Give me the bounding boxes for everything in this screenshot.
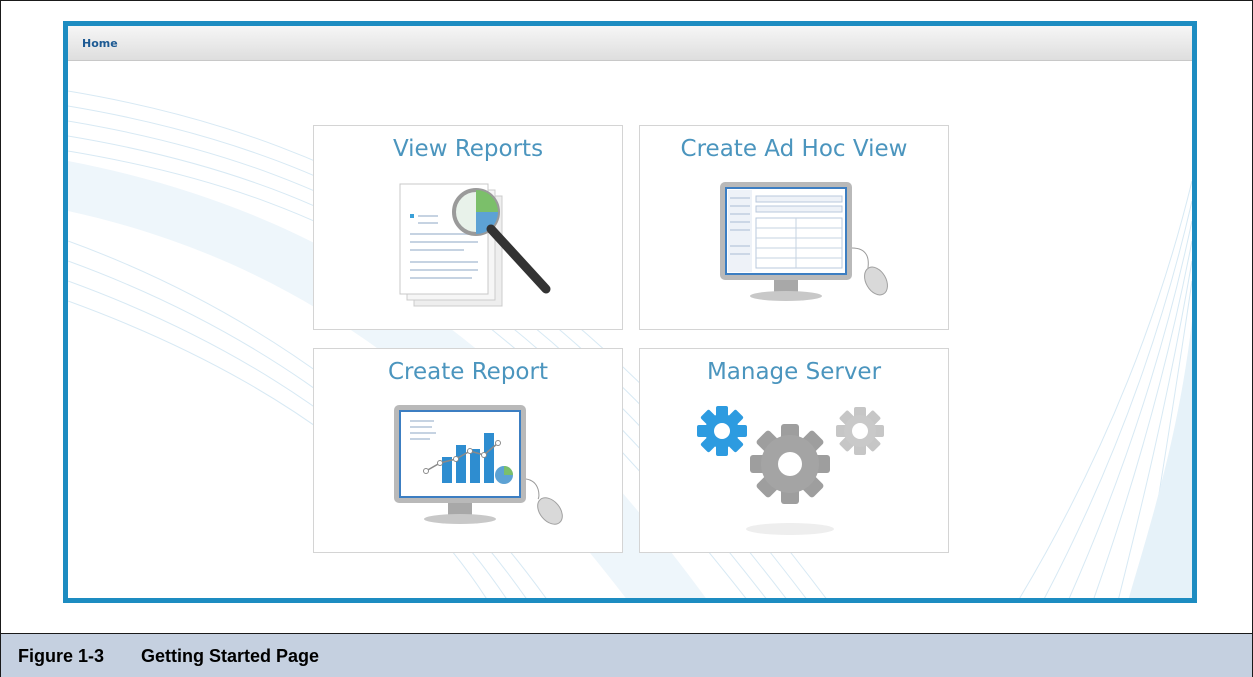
- tile-create-report[interactable]: Create Report: [313, 348, 623, 553]
- tile-title: Manage Server: [706, 359, 882, 385]
- top-bar: Home: [68, 26, 1192, 61]
- home-link[interactable]: Home: [82, 37, 118, 50]
- tile-title: View Reports: [392, 136, 544, 162]
- background-swirl: [68, 90, 1192, 598]
- figure-caption: Figure 1-3 Getting Started Page: [1, 633, 1252, 677]
- tile-title: Create Report: [388, 359, 548, 385]
- tile-create-ad-hoc-view[interactable]: Create Ad Hoc View: [639, 125, 949, 330]
- figure-number: Figure 1-3: [18, 646, 105, 666]
- figure-caption-text: Getting Started Page: [141, 646, 320, 666]
- tile-title: Create Ad Hoc View: [680, 136, 908, 162]
- app-window: Home View Reports Create Ad Hoc View Cre…: [63, 21, 1197, 603]
- tile-manage-server[interactable]: Manage Server: [639, 348, 949, 553]
- tile-view-reports[interactable]: View Reports: [313, 125, 623, 330]
